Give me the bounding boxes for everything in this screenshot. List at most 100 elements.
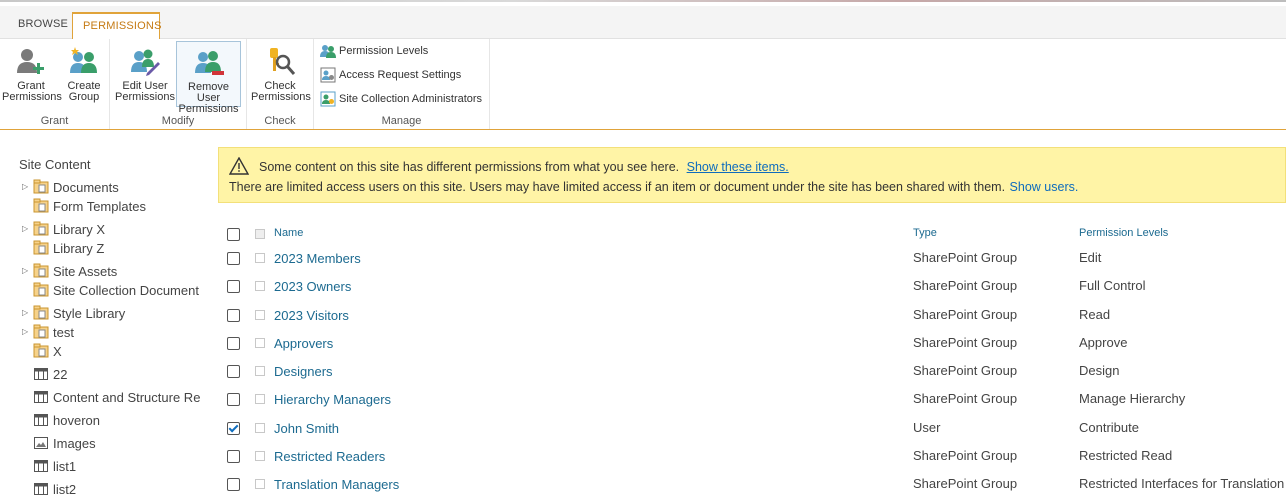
row-checkbox[interactable]: [227, 309, 240, 322]
column-header-permission-levels[interactable]: Permission Levels: [1079, 227, 1168, 239]
edit-user-permissions-label: Edit User Permissions: [115, 80, 175, 103]
permission-levels-icon: [320, 45, 336, 58]
nav-item[interactable]: list2: [0, 481, 215, 500]
folder-library-icon: [33, 263, 49, 278]
row-small-checkbox[interactable]: [255, 366, 265, 376]
warning-line-1-text: Some content on this site has different …: [259, 160, 680, 174]
column-header-name[interactable]: Name: [274, 227, 303, 239]
group-check-label: Check: [264, 115, 296, 127]
row-name-link[interactable]: Hierarchy Managers: [274, 392, 391, 407]
nav-item[interactable]: ▷ Style Library: [0, 305, 215, 324]
list-icon: [34, 391, 48, 403]
row-name-link[interactable]: John Smith: [274, 421, 339, 436]
nav-item[interactable]: Library Z: [0, 240, 215, 259]
select-all-checkbox[interactable]: [227, 228, 240, 241]
nav-item[interactable]: ▷ Library X: [0, 221, 215, 240]
row-small-checkbox[interactable]: [255, 310, 265, 320]
nav-item-label: Documents: [53, 180, 119, 195]
permission-levels-label: Permission Levels: [339, 45, 429, 57]
grant-permissions-button[interactable]: Grant Permissions: [2, 41, 62, 107]
row-small-checkbox[interactable]: [255, 338, 265, 348]
table-row[interactable]: Designers SharePoint Group Design: [218, 357, 1286, 385]
row-small-checkbox[interactable]: [255, 451, 265, 461]
nav-item[interactable]: ▷ test: [0, 324, 215, 343]
nav-item[interactable]: list1: [0, 458, 215, 477]
edit-user-permissions-button[interactable]: Edit User Permissions: [114, 41, 176, 107]
nav-item-label: 22: [53, 367, 68, 382]
nav-item[interactable]: Site Collection Document: [0, 282, 215, 301]
expand-arrow-icon[interactable]: ▷: [22, 308, 28, 317]
create-group-icon: [70, 47, 97, 73]
row-name-link[interactable]: Designers: [274, 364, 333, 379]
header-small-checkbox[interactable]: [255, 229, 265, 239]
table-header: Name Type Permission Levels: [218, 218, 1286, 246]
nav-item-label: Content and Structure Re: [53, 390, 201, 405]
row-checkbox[interactable]: [227, 393, 240, 406]
row-name-link[interactable]: Approvers: [274, 336, 333, 351]
tab-browse[interactable]: BROWSE: [8, 12, 70, 38]
row-type: SharePoint Group: [913, 278, 1018, 293]
row-small-checkbox[interactable]: [255, 281, 265, 291]
table-row[interactable]: Translation Managers SharePoint Group Rest…: [218, 470, 1286, 498]
nav-item[interactable]: Images: [0, 435, 215, 454]
show-users-link[interactable]: Show users.: [1010, 180, 1079, 194]
access-request-settings-button[interactable]: Access Request Settings: [320, 65, 461, 85]
nav-title[interactable]: Site Content: [19, 157, 91, 172]
permission-levels-button[interactable]: Permission Levels: [320, 41, 428, 61]
expand-arrow-icon[interactable]: ▷: [22, 182, 28, 191]
nav-item[interactable]: 22: [0, 366, 215, 385]
row-permission-level: Restricted Interfaces for Translation: [1079, 476, 1285, 491]
list-icon: [34, 460, 48, 472]
row-checkbox[interactable]: [227, 280, 240, 293]
remove-user-permissions-button[interactable]: Remove User Permissions: [176, 41, 241, 115]
warning-icon: [229, 157, 249, 175]
nav-item[interactable]: X: [0, 343, 215, 362]
row-type: SharePoint Group: [913, 391, 1018, 406]
nav-item[interactable]: ▷ Site Assets: [0, 263, 215, 282]
nav-item[interactable]: hoveron: [0, 412, 215, 431]
list-icon: [34, 368, 48, 380]
show-these-items-link[interactable]: Show these items.: [687, 160, 789, 174]
table-row[interactable]: 2023 Owners SharePoint Group Full Control: [218, 272, 1286, 300]
row-type: SharePoint Group: [913, 250, 1018, 265]
nav-item[interactable]: Content and Structure Re: [0, 389, 215, 408]
row-name-link[interactable]: Translation Managers: [274, 477, 399, 492]
expand-arrow-icon[interactable]: ▷: [22, 224, 28, 233]
row-name-link[interactable]: Restricted Readers: [274, 449, 385, 464]
site-collection-administrators-button[interactable]: Site Collection Administrators: [320, 89, 482, 109]
row-name-link[interactable]: 2023 Owners: [274, 279, 351, 294]
table-row[interactable]: 2023 Members SharePoint Group Edit: [218, 244, 1286, 272]
row-checkbox[interactable]: [227, 365, 240, 378]
group-modify-label: Modify: [161, 115, 195, 127]
table-row[interactable]: Hierarchy Managers SharePoint Group Manage…: [218, 385, 1286, 413]
row-name-link[interactable]: 2023 Visitors: [274, 308, 349, 323]
table-row[interactable]: Approvers SharePoint Group Approve: [218, 329, 1286, 357]
row-checkbox[interactable]: [227, 422, 240, 435]
group-manage: Permission Levels Access Request Setting…: [314, 39, 490, 129]
row-small-checkbox[interactable]: [255, 394, 265, 404]
nav-item-label: Form Templates: [53, 199, 146, 214]
table-row[interactable]: Restricted Readers SharePoint Group Restri…: [218, 442, 1286, 470]
nav-item-label: list1: [53, 459, 77, 474]
row-permission-level: Manage Hierarchy: [1079, 391, 1186, 406]
expand-arrow-icon[interactable]: ▷: [22, 266, 28, 275]
folder-library-icon: [33, 198, 49, 213]
row-checkbox[interactable]: [227, 337, 240, 350]
check-permissions-button[interactable]: Check Permissions: [251, 41, 311, 107]
table-row[interactable]: John Smith User Contribute: [218, 414, 1286, 442]
create-group-button[interactable]: Create Group: [62, 41, 106, 107]
row-small-checkbox[interactable]: [255, 423, 265, 433]
row-small-checkbox[interactable]: [255, 253, 265, 263]
row-name-link[interactable]: 2023 Members: [274, 251, 361, 266]
row-checkbox[interactable]: [227, 252, 240, 265]
nav-item[interactable]: ▷ Documents: [0, 179, 215, 198]
row-checkbox[interactable]: [227, 450, 240, 463]
table-row[interactable]: 2023 Visitors SharePoint Group Read: [218, 301, 1286, 329]
tab-permissions[interactable]: PERMISSIONS: [72, 12, 161, 40]
row-checkbox[interactable]: [227, 478, 240, 491]
nav-item[interactable]: Form Templates: [0, 198, 215, 217]
column-header-type[interactable]: Type: [913, 227, 937, 239]
row-type: SharePoint Group: [913, 476, 1018, 491]
row-small-checkbox[interactable]: [255, 479, 265, 489]
expand-arrow-icon[interactable]: ▷: [22, 327, 28, 336]
